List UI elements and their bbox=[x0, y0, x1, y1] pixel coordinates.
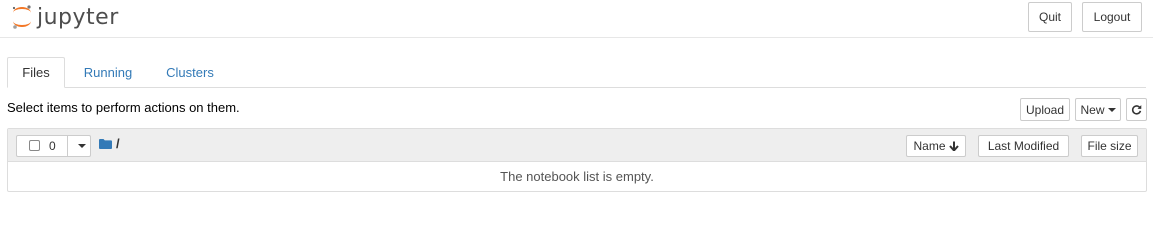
header: jupyter Quit Logout bbox=[0, 0, 1153, 38]
tab-files[interactable]: Files bbox=[7, 57, 65, 88]
jupyter-logo-icon bbox=[12, 5, 31, 29]
sort-name-button[interactable]: Name bbox=[906, 135, 966, 157]
arrow-down-icon bbox=[948, 141, 959, 151]
select-all-dropdown[interactable]: 0 bbox=[16, 135, 91, 157]
quit-button[interactable]: Quit bbox=[1028, 2, 1072, 32]
tab-bar: Files Running Clusters bbox=[7, 57, 1146, 88]
new-label: New bbox=[1080, 102, 1105, 117]
jupyter-logo[interactable]: jupyter bbox=[11, 3, 119, 31]
instructions-text: Select items to perform actions on them. bbox=[7, 100, 240, 115]
sort-last-modified-button[interactable]: Last Modified bbox=[978, 135, 1069, 157]
breadcrumb-root[interactable]: / bbox=[116, 136, 120, 151]
folder-icon bbox=[99, 139, 112, 149]
logout-button[interactable]: Logout bbox=[1082, 2, 1142, 32]
logo-text: jupyter bbox=[37, 4, 119, 30]
sort-file-size-button[interactable]: File size bbox=[1081, 135, 1138, 157]
caret-down-icon bbox=[1107, 107, 1116, 112]
chevron-down-icon[interactable] bbox=[78, 144, 86, 148]
tab-running[interactable]: Running bbox=[73, 57, 143, 87]
empty-list-message: The notebook list is empty. bbox=[500, 169, 654, 184]
refresh-button[interactable] bbox=[1126, 98, 1147, 121]
select-all-checkbox[interactable] bbox=[29, 140, 40, 151]
selected-count: 0 bbox=[49, 139, 56, 153]
sort-name-label: Name bbox=[913, 139, 946, 153]
new-dropdown-button[interactable]: New bbox=[1075, 98, 1121, 121]
list-header: 0 / Name Last Modified File size bbox=[8, 129, 1146, 162]
divider bbox=[67, 136, 68, 156]
tab-clusters[interactable]: Clusters bbox=[153, 57, 227, 87]
upload-button[interactable]: Upload bbox=[1020, 98, 1070, 121]
refresh-icon bbox=[1131, 105, 1142, 115]
notebook-list: 0 / Name Last Modified File size The not… bbox=[7, 128, 1147, 192]
